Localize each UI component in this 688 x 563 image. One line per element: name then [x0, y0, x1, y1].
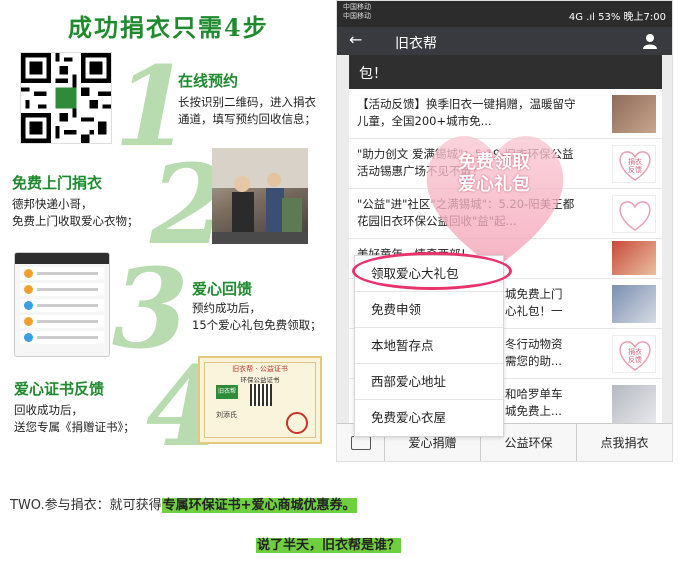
donation-certificate: 旧衣帮 · 公益证书 环保公益证书 旧衣帮 刘添氏	[198, 356, 322, 444]
app-bar: ← 旧衣帮	[337, 27, 672, 55]
donation-poster: 成功捐衣只需4步 1 在线预约 长按识别二维码，进入捐衣 通道，填写预约回收信息；…	[0, 0, 336, 470]
menu-item-local-storage[interactable]: 本地暂存点	[355, 328, 503, 364]
list-item[interactable]: "公益"进"社区"之满锡城"：5.20-阳美王都花园旧衣环保公益回收"益"起..…	[349, 189, 662, 239]
svg-text:反馈: 反馈	[628, 355, 642, 364]
status-right: 4G .ıl 53% 晚上7:00	[568, 12, 666, 23]
menu-item-free-apply[interactable]: 免费申领	[355, 292, 503, 328]
popup-menu: 领取爱心大礼包 免费申领 本地暂存点 西部爱心地址 免费爱心衣屋	[354, 255, 504, 437]
seal-icon	[286, 412, 308, 434]
highlight-text: 专属环保证书+爱心商城优惠券。	[161, 498, 357, 513]
feed-header-card: 包！	[349, 55, 662, 89]
tab-donate-clothes[interactable]: 点我捐衣	[577, 424, 672, 461]
qr-code[interactable]	[20, 52, 112, 144]
step-desc-2: 德邦快递小哥， 免费上门收取爱心衣物；	[12, 197, 139, 228]
menu-item-west-address[interactable]: 西部爱心地址	[355, 364, 503, 400]
menu-item-gift-pack[interactable]: 领取爱心大礼包	[355, 256, 503, 292]
step-desc-1: 长按识别二维码，进入捐衣 通道，填写预约回收信息；	[178, 95, 316, 126]
app-title: 旧衣帮	[395, 36, 437, 52]
back-arrow-icon[interactable]: ←	[349, 30, 362, 49]
list-item[interactable]: 【活动反馈】换季旧衣一键捐赠，温暖留守儿童，全国200+城市免...	[349, 89, 662, 139]
step-title-3: 爱心回馈	[192, 280, 253, 298]
svg-text:反馈: 反馈	[628, 165, 642, 174]
profile-icon[interactable]	[642, 33, 658, 49]
svg-text:捐衣: 捐衣	[628, 157, 642, 166]
list-item[interactable]: "助力创文 爱满锡城"：5.19-旧衣环保公益活动锡惠广场不见不散！ 捐衣 反馈	[349, 139, 662, 189]
step-title-1: 在线预约	[178, 72, 239, 90]
keyboard-icon	[351, 436, 371, 450]
footer-line-1: TWO.参与捐衣：就可获得专属环保证书+爱心商城优惠券。	[10, 498, 357, 513]
heart-thumbnail	[612, 195, 656, 233]
footer-line-2: 说了半天，旧衣帮是谁？	[256, 538, 402, 553]
status-bar: 中国移动 中国移动 4G .ıl 53% 晚上7:00	[337, 1, 672, 27]
heart-thumbnail: 捐衣 反馈	[612, 145, 656, 183]
step-title-2: 免费上门捐衣	[12, 174, 103, 192]
app-mockup	[14, 252, 110, 357]
step-title-4: 爱心证书反馈	[14, 380, 105, 398]
svg-text:捐衣: 捐衣	[628, 347, 642, 356]
poster-title: 成功捐衣只需4步	[68, 13, 269, 42]
courier-photo	[212, 148, 308, 244]
step-desc-4: 回收成功后， 送您专属《捐赠证书》；	[14, 403, 135, 434]
menu-item-love-house[interactable]: 免费爱心衣屋	[355, 400, 503, 436]
step-desc-3: 预约成功后， 15个爱心礼包免费领取；	[192, 301, 322, 332]
